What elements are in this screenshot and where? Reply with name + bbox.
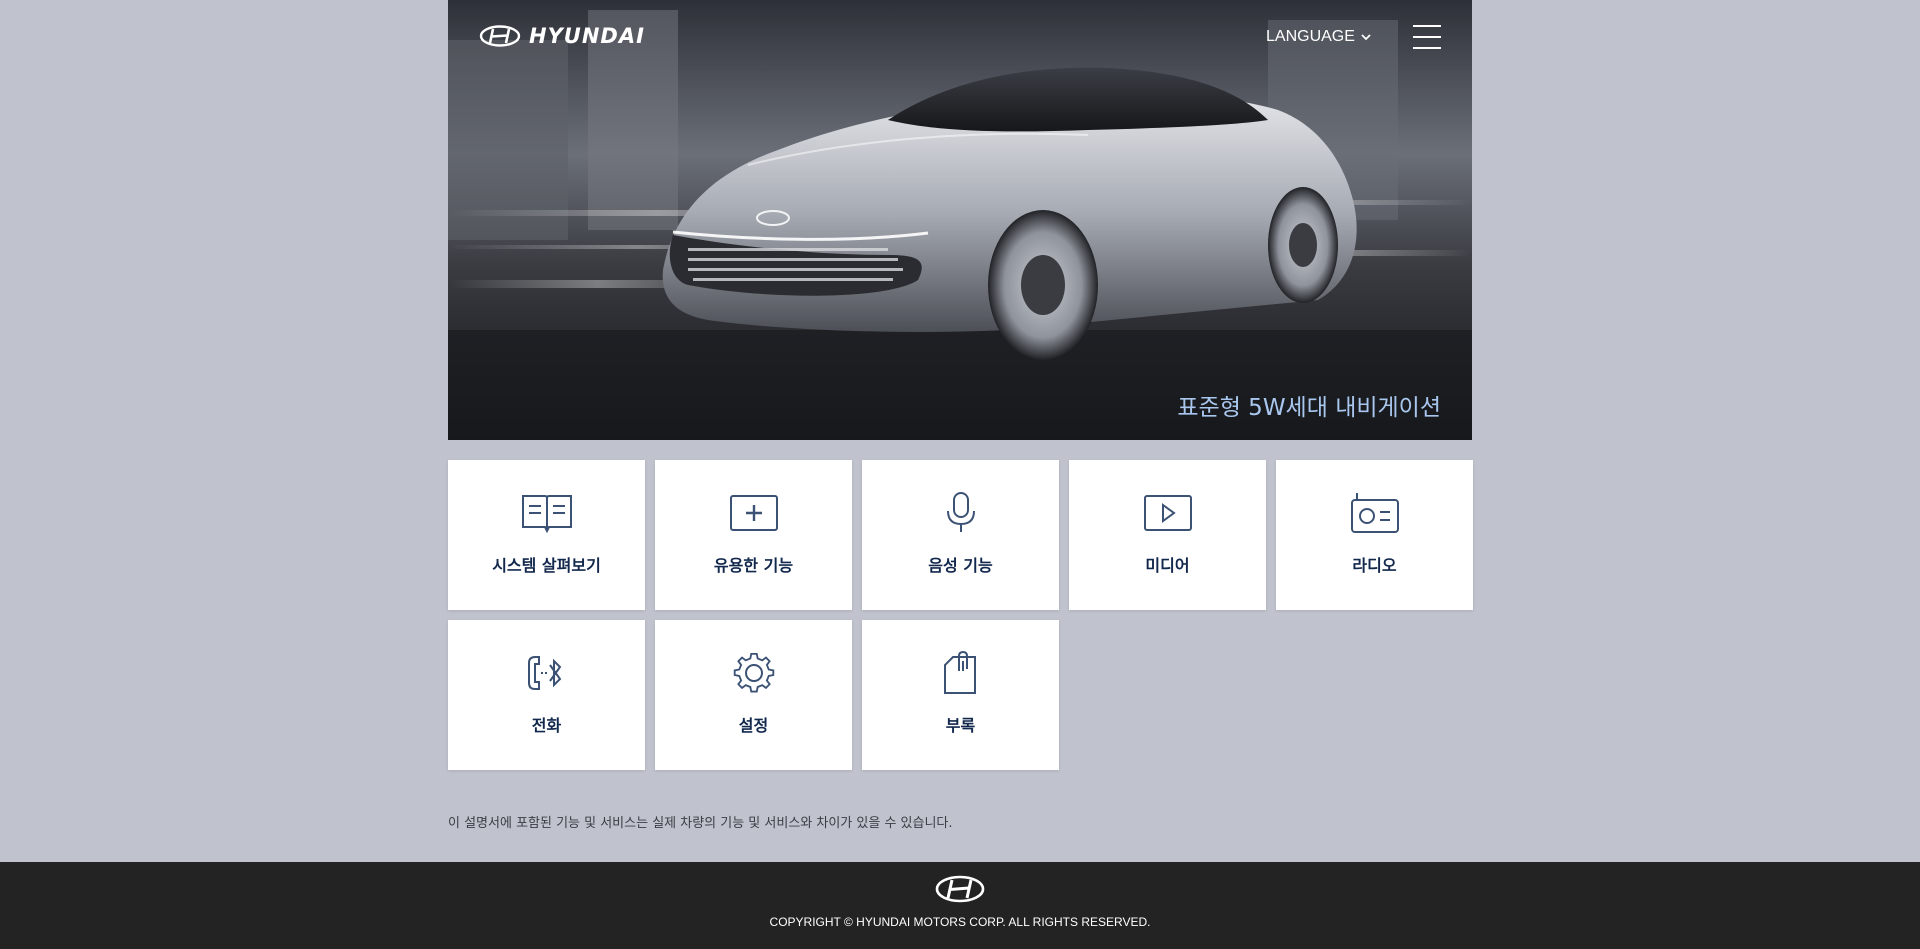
tile-label: 라디오 [1352,556,1397,575]
hyundai-emblem-icon [935,875,985,907]
footer: COPYRIGHT © HYUNDAI MOTORS CORP. ALL RIG… [0,862,1920,949]
radio-icon [1349,490,1401,536]
menu-grid: 시스템 살펴보기 유용한 기능 음성 기능 미디어 라디오 전화 설정 부록 [448,460,1473,790]
tile-label: 전화 [531,716,562,735]
tile-phone[interactable]: 전화 [448,620,645,770]
play-box-icon [1142,490,1194,536]
microphone-icon [935,490,987,536]
tile-label: 시스템 살펴보기 [492,556,601,575]
tile-label: 미디어 [1145,556,1190,575]
bluetooth-phone-icon [521,650,573,696]
tile-voice-features[interactable]: 음성 기능 [862,460,1059,610]
tile-label: 음성 기능 [928,556,993,575]
language-label: LANGUAGE [1266,28,1355,45]
tile-system-overview[interactable]: 시스템 살펴보기 [448,460,645,610]
tile-radio[interactable]: 라디오 [1276,460,1473,610]
tile-label: 부록 [945,716,976,735]
book-icon [521,490,573,536]
hero-banner: HYUNDAI LANGUAGE 표준형 5W세대 내비게이션 [448,0,1472,440]
plus-box-icon [728,490,780,536]
brand-name: HYUNDAI [529,24,645,48]
clipped-document-icon [935,650,987,696]
language-selector[interactable]: LANGUAGE [1266,28,1371,46]
menu-hamburger-icon[interactable] [1413,25,1441,49]
disclaimer-text: 이 설명서에 포함된 기능 및 서비스는 실제 차량의 기능 및 서비스와 차이… [448,816,953,831]
tile-appendix[interactable]: 부록 [862,620,1059,770]
hyundai-logo[interactable]: HYUNDAI [479,24,645,48]
main-container: HYUNDAI LANGUAGE 표준형 5W세대 내비게이션 시스템 살펴보기… [448,0,1473,790]
gear-icon [728,650,780,696]
tile-media[interactable]: 미디어 [1069,460,1266,610]
hyundai-emblem-icon [479,25,521,47]
tile-label: 설정 [738,716,769,735]
chevron-down-icon [1361,34,1371,41]
tile-settings[interactable]: 설정 [655,620,852,770]
hero-title: 표준형 5W세대 내비게이션 [1177,395,1441,421]
tile-useful-features[interactable]: 유용한 기능 [655,460,852,610]
copyright-text: COPYRIGHT © HYUNDAI MOTORS CORP. ALL RIG… [769,915,1151,929]
tile-label: 유용한 기능 [713,556,794,575]
hero-car-image [448,0,1472,440]
